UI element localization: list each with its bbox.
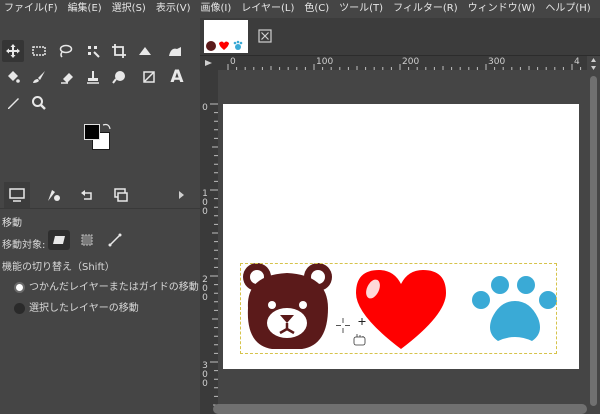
ruler-top-label: 4 bbox=[574, 57, 580, 67]
images-icon bbox=[114, 188, 128, 202]
transform-icon[interactable] bbox=[134, 40, 156, 62]
dock-menu-button[interactable] bbox=[174, 182, 188, 208]
fuzzy-select-icon[interactable] bbox=[82, 40, 104, 62]
undo-icon bbox=[81, 190, 92, 200]
ruler-corner[interactable] bbox=[200, 56, 218, 70]
ruler-top-label: 200 bbox=[402, 57, 420, 67]
vertical-scrollbar[interactable] bbox=[587, 56, 600, 414]
tab-tool-options[interactable] bbox=[4, 182, 30, 208]
radio-pick-layer[interactable]: つかんだレイヤーまたはガイドの移動 bbox=[14, 278, 199, 293]
menu-select[interactable]: 選択(S) bbox=[108, 0, 152, 18]
lasso-icon[interactable] bbox=[54, 40, 76, 62]
dock-tabs bbox=[0, 182, 200, 209]
clone-icon[interactable] bbox=[82, 66, 104, 88]
navigate-icon[interactable] bbox=[587, 56, 600, 72]
tab-undo-history[interactable] bbox=[74, 182, 100, 208]
close-icon bbox=[258, 29, 272, 43]
ruler-top-label: 100 bbox=[316, 57, 334, 67]
bucket-fill-icon[interactable] bbox=[2, 66, 24, 88]
rect-select-icon[interactable] bbox=[28, 40, 50, 62]
zoom-icon[interactable] bbox=[28, 92, 50, 114]
vertical-scroll-thumb[interactable] bbox=[590, 76, 597, 406]
radio-pick-layer-dot[interactable] bbox=[14, 281, 25, 293]
menu-tools[interactable]: ツール(T) bbox=[335, 0, 389, 18]
paintbrush-icon[interactable] bbox=[28, 66, 50, 88]
ruler-top-label: 300 bbox=[488, 57, 506, 67]
crop-icon[interactable] bbox=[108, 40, 130, 62]
ruler-left-label: 0 bbox=[202, 103, 208, 113]
menu-view[interactable]: 表示(V) bbox=[152, 0, 197, 18]
toolbox-panel: A 移動 移動対象: 機能の切り替え（Shift） つかんだレイヤーまたはガイド… bbox=[0, 18, 200, 414]
layer-icon bbox=[53, 236, 65, 244]
move-tool-icon[interactable] bbox=[2, 40, 24, 62]
menu-layer[interactable]: レイヤー(L) bbox=[237, 0, 300, 18]
menu-image[interactable]: 画像(I) bbox=[197, 0, 238, 18]
move-target-path-button[interactable] bbox=[104, 230, 126, 250]
menu-file[interactable]: ファイル(F) bbox=[0, 0, 64, 18]
ruler-top[interactable]: 0 100 200 300 4 bbox=[218, 56, 600, 70]
selection-icon bbox=[81, 234, 93, 246]
radio-selected-layer-label: 選択したレイヤーの移動 bbox=[29, 303, 139, 314]
menu-filters[interactable]: フィルター(R) bbox=[389, 0, 464, 18]
text-tool-icon[interactable]: A bbox=[166, 66, 188, 88]
hscroll-left-cap bbox=[200, 404, 213, 414]
menubar: ファイル(F) 編集(E) 選択(S) 表示(V) 画像(I) レイヤー(L) … bbox=[0, 0, 600, 18]
menu-help[interactable]: ヘルプ(H) bbox=[541, 0, 596, 18]
foreground-color-swatch[interactable] bbox=[84, 124, 100, 140]
path-icon bbox=[108, 233, 122, 247]
move-target-row: 移動対象: bbox=[2, 236, 45, 251]
image-thumbnail[interactable] bbox=[204, 20, 248, 53]
radio-pick-layer-label: つかんだレイヤーまたはガイドの移動 bbox=[29, 282, 199, 293]
ruler-left-label-300: 300 bbox=[202, 361, 208, 389]
move-target-layer-button[interactable] bbox=[48, 230, 70, 250]
ruler-left-label-100: 100 bbox=[202, 189, 208, 217]
horizontal-scroll-thumb[interactable] bbox=[213, 404, 587, 414]
eraser-icon[interactable] bbox=[56, 66, 78, 88]
ruler-left-label-200: 200 bbox=[202, 275, 208, 303]
radio-selected-layer-dot[interactable] bbox=[14, 302, 25, 314]
toggle-label: 機能の切り替え（Shift） bbox=[2, 262, 115, 273]
dock-menu-icon bbox=[179, 191, 184, 199]
tab-device-status[interactable] bbox=[40, 182, 66, 208]
paths-icon[interactable] bbox=[138, 66, 160, 88]
close-image-button[interactable] bbox=[256, 27, 274, 45]
tab-images[interactable] bbox=[108, 182, 134, 208]
device-icon bbox=[48, 190, 60, 201]
radio-selected-layer[interactable]: 選択したレイヤーの移動 bbox=[14, 299, 139, 314]
color-picker-icon[interactable] bbox=[2, 92, 24, 114]
move-target-selection-button[interactable] bbox=[76, 230, 98, 250]
swap-colors-icon[interactable] bbox=[102, 122, 112, 132]
tool-options-title: 移動 bbox=[2, 218, 22, 229]
menu-edit[interactable]: 編集(E) bbox=[64, 0, 108, 18]
menu-windows[interactable]: ウィンドウ(W) bbox=[464, 0, 542, 18]
ruler-top-label: 0 bbox=[230, 57, 236, 67]
smudge-icon[interactable] bbox=[108, 66, 130, 88]
warp-icon[interactable] bbox=[164, 40, 186, 62]
quick-mask-icon bbox=[205, 60, 212, 66]
monitor-icon bbox=[9, 188, 25, 202]
thumbnail-preview bbox=[206, 40, 243, 51]
menu-colors[interactable]: 色(C) bbox=[300, 0, 335, 18]
layer-boundary bbox=[240, 263, 557, 354]
move-target-label: 移動対象: bbox=[2, 240, 46, 251]
fg-bg-colors[interactable] bbox=[82, 122, 112, 152]
image-tabs bbox=[200, 18, 600, 56]
